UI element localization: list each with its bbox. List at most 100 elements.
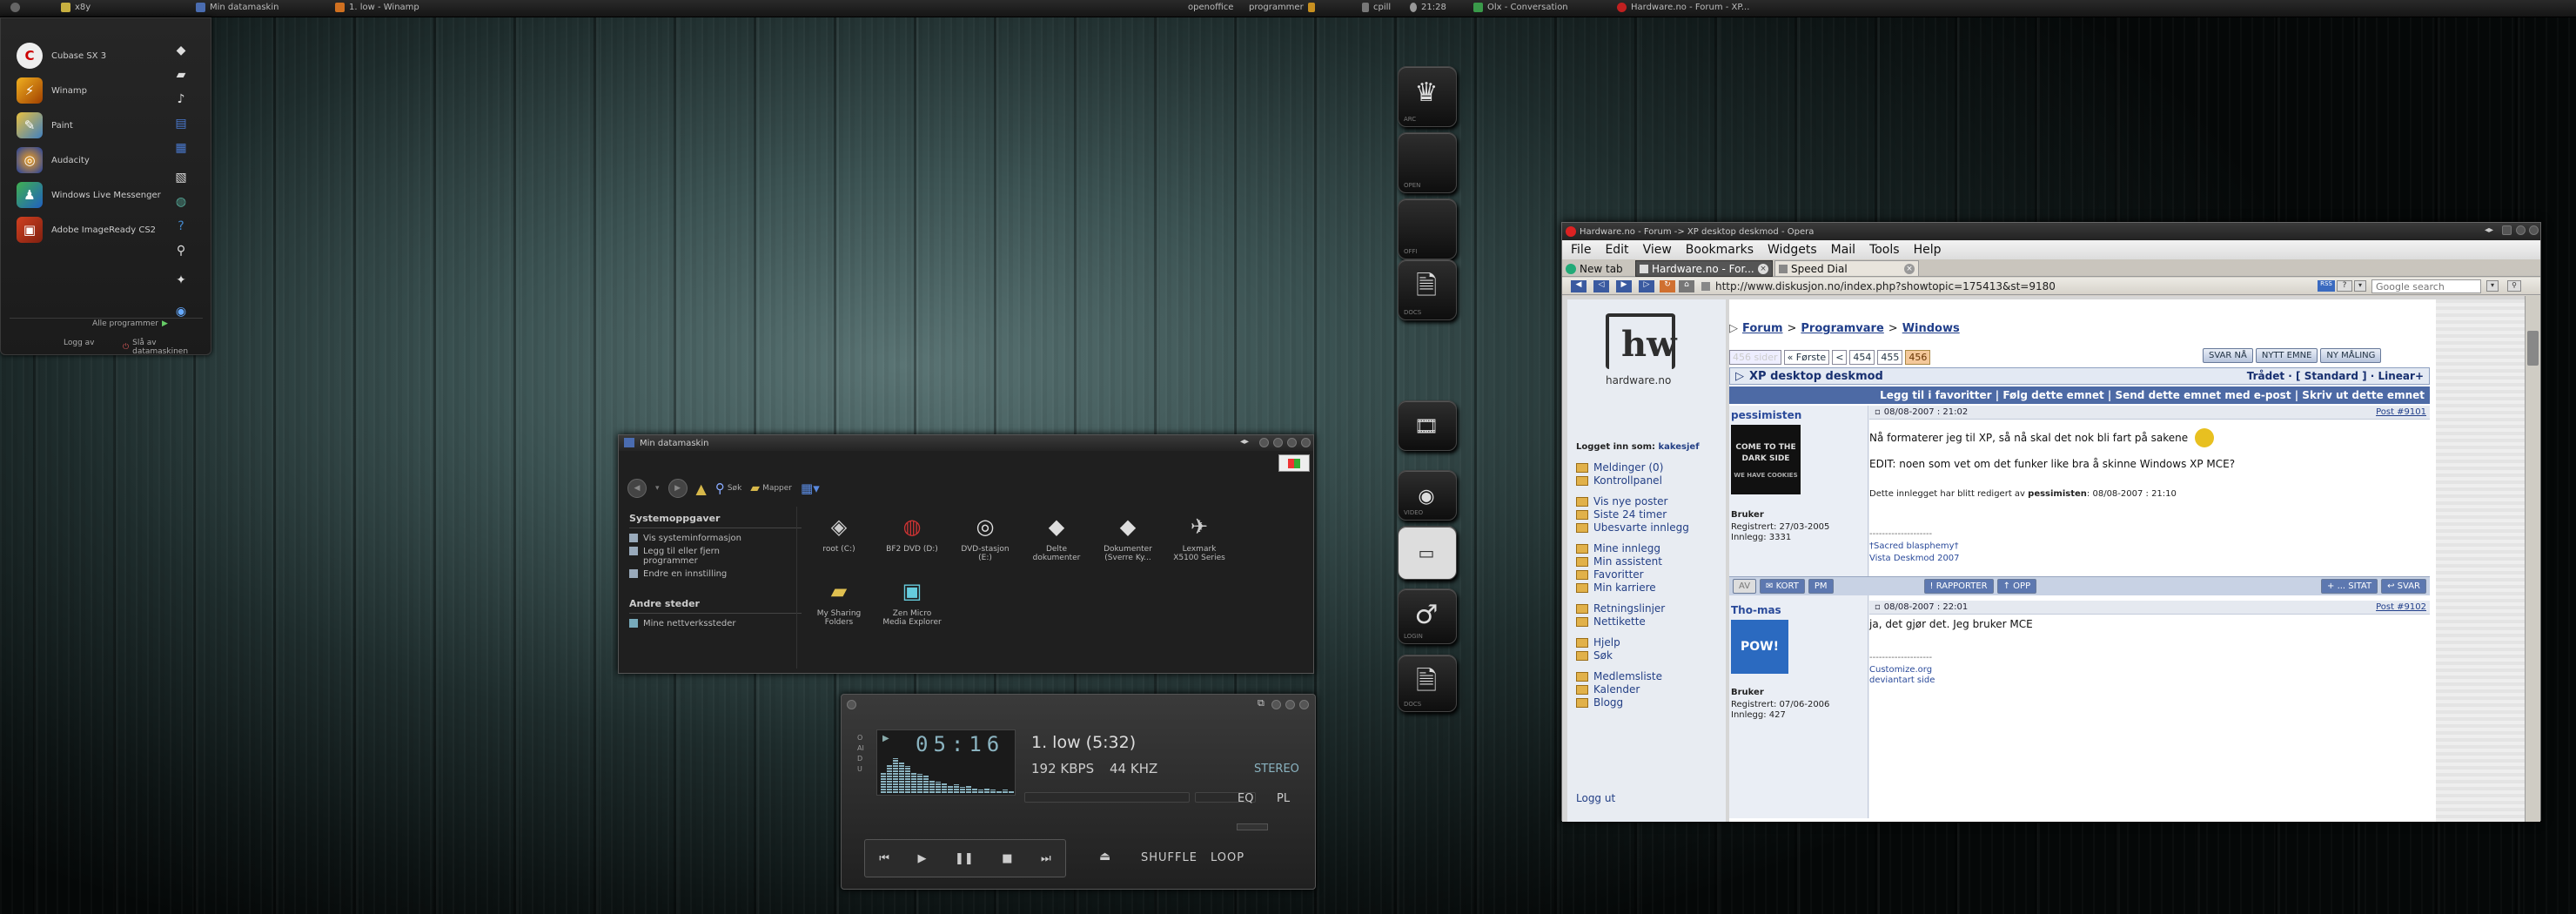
all-programs-link[interactable]: Alle programmer ▶ (92, 319, 168, 328)
tab-new[interactable]: New tab (1566, 261, 1623, 276)
start-app-audacity[interactable]: ◎ Audacity (17, 147, 90, 173)
start-app-cubase[interactable]: C Cubase SX 3 (17, 43, 106, 69)
dock-button-offi[interactable]: OFFI (1398, 198, 1457, 259)
dock-button-login[interactable]: ♂ LOGIN (1398, 588, 1457, 644)
rewind-button[interactable]: ◁ (1593, 280, 1609, 292)
control-panel-icon[interactable]: ▧ (171, 168, 191, 187)
play-button[interactable]: ▶ (917, 852, 926, 865)
scrollbar-thumb[interactable] (2527, 331, 2539, 366)
search-go-icon[interactable]: ⚲ (2507, 280, 2521, 292)
scanner-item[interactable]: ✈ Lexmark X5100 Series (1169, 512, 1230, 562)
reply-now-button[interactable]: SVAR NÅ (2203, 348, 2253, 363)
start-app-paint[interactable]: ✎ Paint (17, 112, 73, 138)
help-icon[interactable]: ? (2337, 280, 2352, 292)
close-button[interactable] (2529, 225, 2539, 235)
card-button[interactable]: ✉ KORT (1760, 579, 1805, 594)
pause-button[interactable]: ❚❚ (955, 852, 974, 865)
taskbar-item-winamp[interactable]: 1. low - Winamp (335, 3, 419, 12)
drive-item-c[interactable]: ◈ root (C:) (808, 512, 869, 554)
sidebar-link[interactable]: Vis nye poster (1576, 495, 1724, 507)
winamp-maximize-button[interactable] (1285, 700, 1295, 709)
close-tab-icon[interactable]: × (1904, 263, 1915, 274)
network-icon[interactable]: ▦ (171, 138, 191, 158)
start-app-messenger[interactable]: ♟ Windows Live Messenger (17, 182, 161, 208)
menu-mail[interactable]: Mail (1831, 243, 1855, 257)
taskbar-item-conversation[interactable]: Olx - Conversation (1473, 3, 1568, 12)
opera-titlebar[interactable]: Hardware.no - Forum -> XP desktop deskmo… (1562, 223, 2540, 240)
close-tab-icon[interactable]: × (1758, 263, 1768, 274)
sidebar-link[interactable]: Min karriere (1576, 581, 1724, 594)
dock-button-preview[interactable]: ▭ (1398, 526, 1457, 580)
back-button[interactable]: ◀ (1571, 280, 1587, 292)
help-icon[interactable]: ? (171, 217, 191, 236)
username-link[interactable]: kakesjef (1658, 442, 1699, 452)
eject-button[interactable]: ⏏ (1099, 850, 1110, 864)
sharing-folders-item[interactable]: ▰ My Sharing Folders (808, 576, 869, 627)
task-change-setting[interactable]: Endre en innstilling (624, 568, 807, 581)
logoff-button[interactable]: Logg av (64, 339, 95, 347)
forward-button[interactable]: ▶ (667, 479, 688, 498)
search-input[interactable] (2371, 279, 2481, 293)
other-network-places[interactable]: Mine nettverkssteder (624, 617, 807, 630)
winamp-minimize-button[interactable] (1271, 700, 1281, 709)
new-poll-button[interactable]: NY MÅLING (2320, 348, 2382, 363)
dock-button-open[interactable]: OPEN (1398, 132, 1457, 193)
new-topic-button[interactable]: NYTT EMNE (2255, 348, 2318, 363)
shuffle-button[interactable]: SHUFFLE (1141, 851, 1197, 864)
topic-actions[interactable]: Legg til i favoritter | Følg dette emnet… (1729, 386, 2430, 404)
taskbar-item-opera[interactable]: Hardware.no - Forum - XP... (1617, 3, 1749, 12)
signature-line[interactable]: †Sacred blasphemy† (1869, 541, 1959, 551)
run-icon[interactable]: ✦ (171, 271, 191, 290)
sidebar-link[interactable]: Medlemsliste (1576, 670, 1724, 682)
dropdown-arrow-icon[interactable]: ▾ (2354, 280, 2366, 292)
sidebar-link[interactable]: Nettikette (1576, 615, 1724, 628)
resize-icon[interactable]: ◂▸ (1240, 437, 1249, 447)
breadcrumb-programvare[interactable]: Programvare (1801, 322, 1883, 335)
forward-button[interactable]: ▶ (1616, 280, 1632, 292)
sidebar-link[interactable]: Favoritter (1576, 568, 1724, 581)
music-icon[interactable]: ♪ (171, 90, 191, 109)
dock-button-film[interactable]: 🎞 (1398, 400, 1457, 451)
drive-item-e[interactable]: ◎ DVD-stasjon (E:) (955, 512, 1016, 562)
printers-icon[interactable]: ◍ (171, 192, 191, 212)
page-455[interactable]: 455 (1877, 350, 1903, 365)
reply-button[interactable]: ↩ SVAR (2381, 579, 2426, 594)
shared-docs-item[interactable]: ◆ Delte dokumenter (1026, 512, 1087, 562)
winamp-close-button[interactable] (1299, 700, 1309, 709)
stop-button[interactable]: ■ (1002, 852, 1012, 865)
restore-button[interactable] (2502, 225, 2512, 235)
menu-file[interactable]: File (1571, 243, 1591, 257)
dock-button-docs2[interactable]: 🗎 DOCS (1398, 655, 1457, 712)
breadcrumb-windows[interactable]: Windows (1902, 322, 1960, 335)
top-button[interactable]: ↑ OPP (1996, 579, 2037, 594)
search-icon[interactable]: ⚲ (171, 241, 191, 260)
explorer-titlebar[interactable]: Min datamaskin ◂▸ (619, 435, 1313, 451)
menu-tools[interactable]: Tools (1869, 243, 1900, 257)
volume-slider[interactable] (1024, 792, 1190, 803)
sidebar-link[interactable]: Siste 24 timer (1576, 508, 1724, 521)
dropdown-arrow-icon[interactable]: ▾ (655, 484, 660, 493)
signature-line[interactable]: deviantart side (1869, 675, 1935, 685)
taskbar-item-cpill[interactable]: cpill (1362, 3, 1391, 12)
breadcrumb-forum[interactable]: Forum (1742, 322, 1783, 335)
signature-line[interactable]: Customize.org (1869, 665, 1932, 675)
hardware-logo[interactable]: hw (1606, 313, 1677, 369)
computer-icon[interactable]: ▤ (171, 114, 191, 133)
close-button[interactable] (1301, 438, 1311, 447)
maximize-button[interactable] (1287, 438, 1297, 447)
taskbar-item-openoffice[interactable]: openoffice (1188, 3, 1233, 12)
window-restore-button[interactable] (1259, 438, 1269, 447)
page-prev[interactable]: < (1832, 350, 1848, 365)
drive-item-d[interactable]: ◍ BF2 DVD (D:) (882, 512, 943, 554)
task-system-info[interactable]: Vis systeminformasjon (624, 532, 807, 545)
dock-button-docs[interactable]: 🗎 DOCS (1398, 259, 1457, 320)
pictures-icon[interactable]: ▰ (171, 65, 191, 84)
minimize-button[interactable] (1273, 438, 1283, 447)
quote-button[interactable]: + ... SITAT (2321, 579, 2378, 594)
sidebar-link[interactable]: Blogg (1576, 696, 1724, 709)
report-button[interactable]: ! RAPPORTER (1923, 579, 1994, 594)
back-button[interactable]: ◀ (627, 479, 647, 498)
post-author[interactable]: Tho-mas (1729, 601, 1868, 620)
taskbar-item-computer[interactable]: Min datamaskin (196, 3, 278, 12)
sidebar-link[interactable]: Retningslinjer (1576, 602, 1724, 615)
